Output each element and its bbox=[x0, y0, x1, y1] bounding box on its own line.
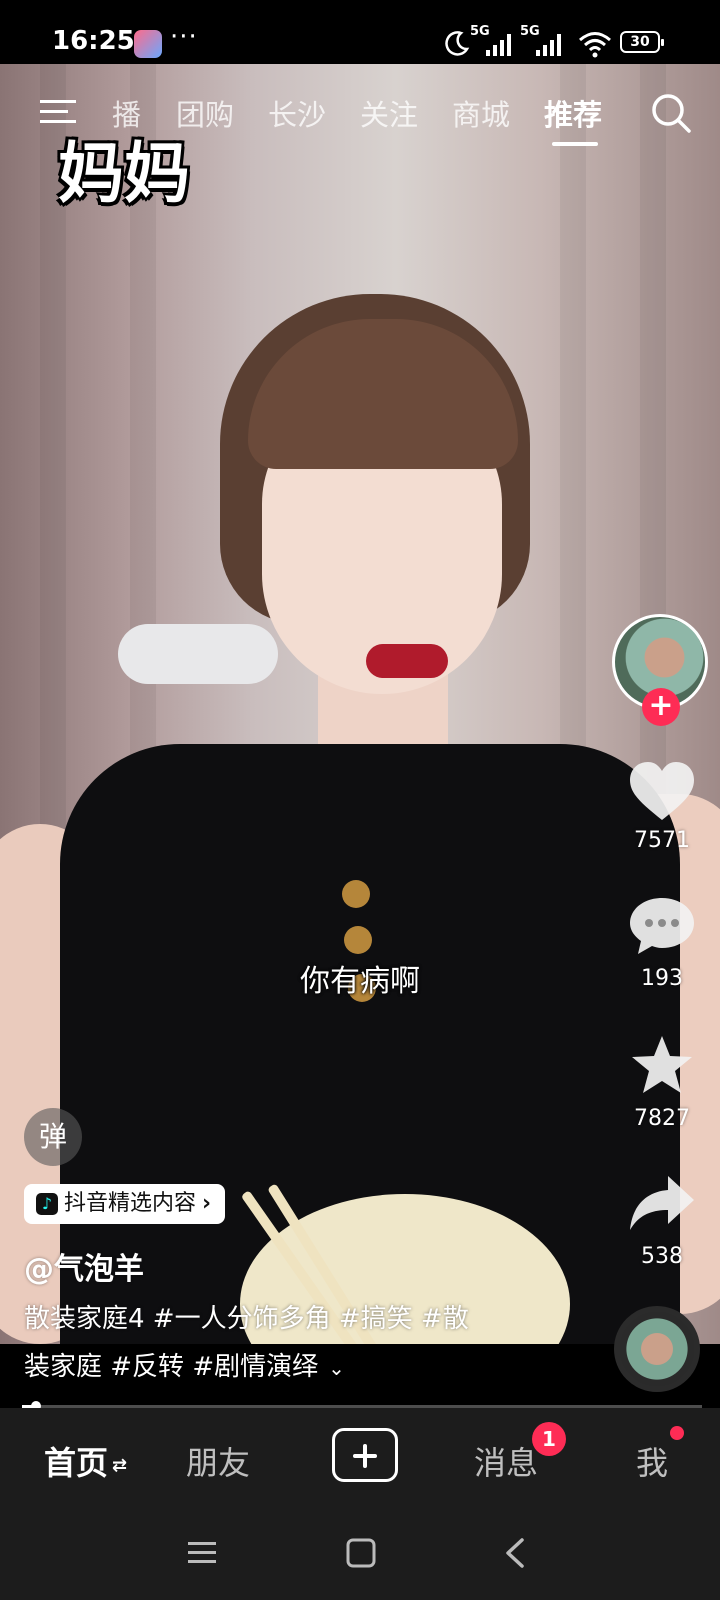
tab-following[interactable]: 关注 bbox=[360, 92, 418, 134]
author-name[interactable]: @气泡羊 bbox=[24, 1244, 144, 1288]
douyin-logo-icon: ♪ bbox=[36, 1193, 58, 1215]
description-text: 装家庭 #反转 #剧情演绎 bbox=[24, 1352, 319, 1382]
comment-icon[interactable] bbox=[628, 894, 696, 958]
like-count: 7571 bbox=[634, 828, 690, 853]
create-button[interactable] bbox=[332, 1428, 398, 1482]
moon-icon bbox=[445, 31, 470, 56]
video-caption-title: 妈妈 bbox=[58, 135, 190, 212]
video-description-line-1: 散装家庭4 #一人分饰多角 #搞笑 #散 bbox=[24, 1304, 469, 1334]
heart-icon[interactable] bbox=[628, 760, 696, 824]
lips bbox=[366, 644, 448, 678]
chevron-right-icon: › bbox=[202, 1191, 212, 1216]
search-icon[interactable] bbox=[650, 92, 692, 134]
tab-messages[interactable]: 消息 bbox=[474, 1438, 538, 1484]
shirt-button bbox=[344, 926, 372, 954]
messages-badge: 1 bbox=[532, 1422, 566, 1456]
tab-friends[interactable]: 朋友 bbox=[186, 1438, 250, 1484]
tab-recommend[interactable]: 推荐 bbox=[544, 92, 602, 134]
video-description-line-2[interactable]: 装家庭 #反转 #剧情演绎 ⌄ bbox=[24, 1346, 564, 1383]
tab-city[interactable]: 长沙 bbox=[268, 92, 326, 134]
home-icon[interactable] bbox=[344, 1536, 378, 1570]
featured-content-label: 抖音精选内容 bbox=[64, 1191, 197, 1216]
danmaku-toggle-button[interactable]: 弹 bbox=[24, 1108, 82, 1166]
wifi-icon bbox=[579, 32, 611, 58]
favorite-count: 7827 bbox=[634, 1106, 690, 1131]
music-disc[interactable] bbox=[614, 1306, 700, 1392]
status-time: 16:25 bbox=[52, 26, 135, 56]
video-player[interactable] bbox=[0, 64, 720, 1344]
share-count: 538 bbox=[641, 1244, 683, 1269]
share-icon[interactable] bbox=[628, 1172, 696, 1236]
star-icon[interactable] bbox=[628, 1034, 696, 1098]
shirt-button bbox=[342, 880, 370, 908]
back-icon[interactable] bbox=[500, 1536, 534, 1570]
tab-home[interactable]: 首页 ⇄ bbox=[44, 1438, 127, 1484]
bottom-tab-bar: 首页 ⇄ 朋友 消息 1 我 bbox=[0, 1408, 720, 1504]
tab-home-label: 首页 bbox=[44, 1444, 109, 1482]
chair bbox=[118, 624, 278, 684]
active-tab-indicator bbox=[552, 142, 598, 146]
status-bar: 16:25 ··· 5G 5G 30 bbox=[0, 0, 720, 64]
comment-count: 193 bbox=[641, 966, 683, 991]
tab-mall[interactable]: 商城 bbox=[452, 92, 510, 134]
video-subtitle: 你有病啊 bbox=[300, 964, 420, 999]
tab-me[interactable]: 我 bbox=[636, 1438, 668, 1484]
more-notifications-icon: ··· bbox=[170, 22, 198, 52]
system-navigation-bar bbox=[0, 1504, 720, 1600]
game-app-icon bbox=[134, 30, 162, 58]
recent-apps-icon[interactable] bbox=[186, 1536, 220, 1570]
battery-icon: 30 bbox=[620, 31, 664, 53]
follow-button[interactable]: + bbox=[642, 688, 680, 726]
chevron-down-icon[interactable]: ⌄ bbox=[328, 1356, 345, 1380]
refresh-icon: ⇄ bbox=[112, 1454, 128, 1476]
featured-content-tag[interactable]: ♪ 抖音精选内容 › bbox=[24, 1184, 226, 1224]
me-notification-dot bbox=[670, 1426, 684, 1440]
